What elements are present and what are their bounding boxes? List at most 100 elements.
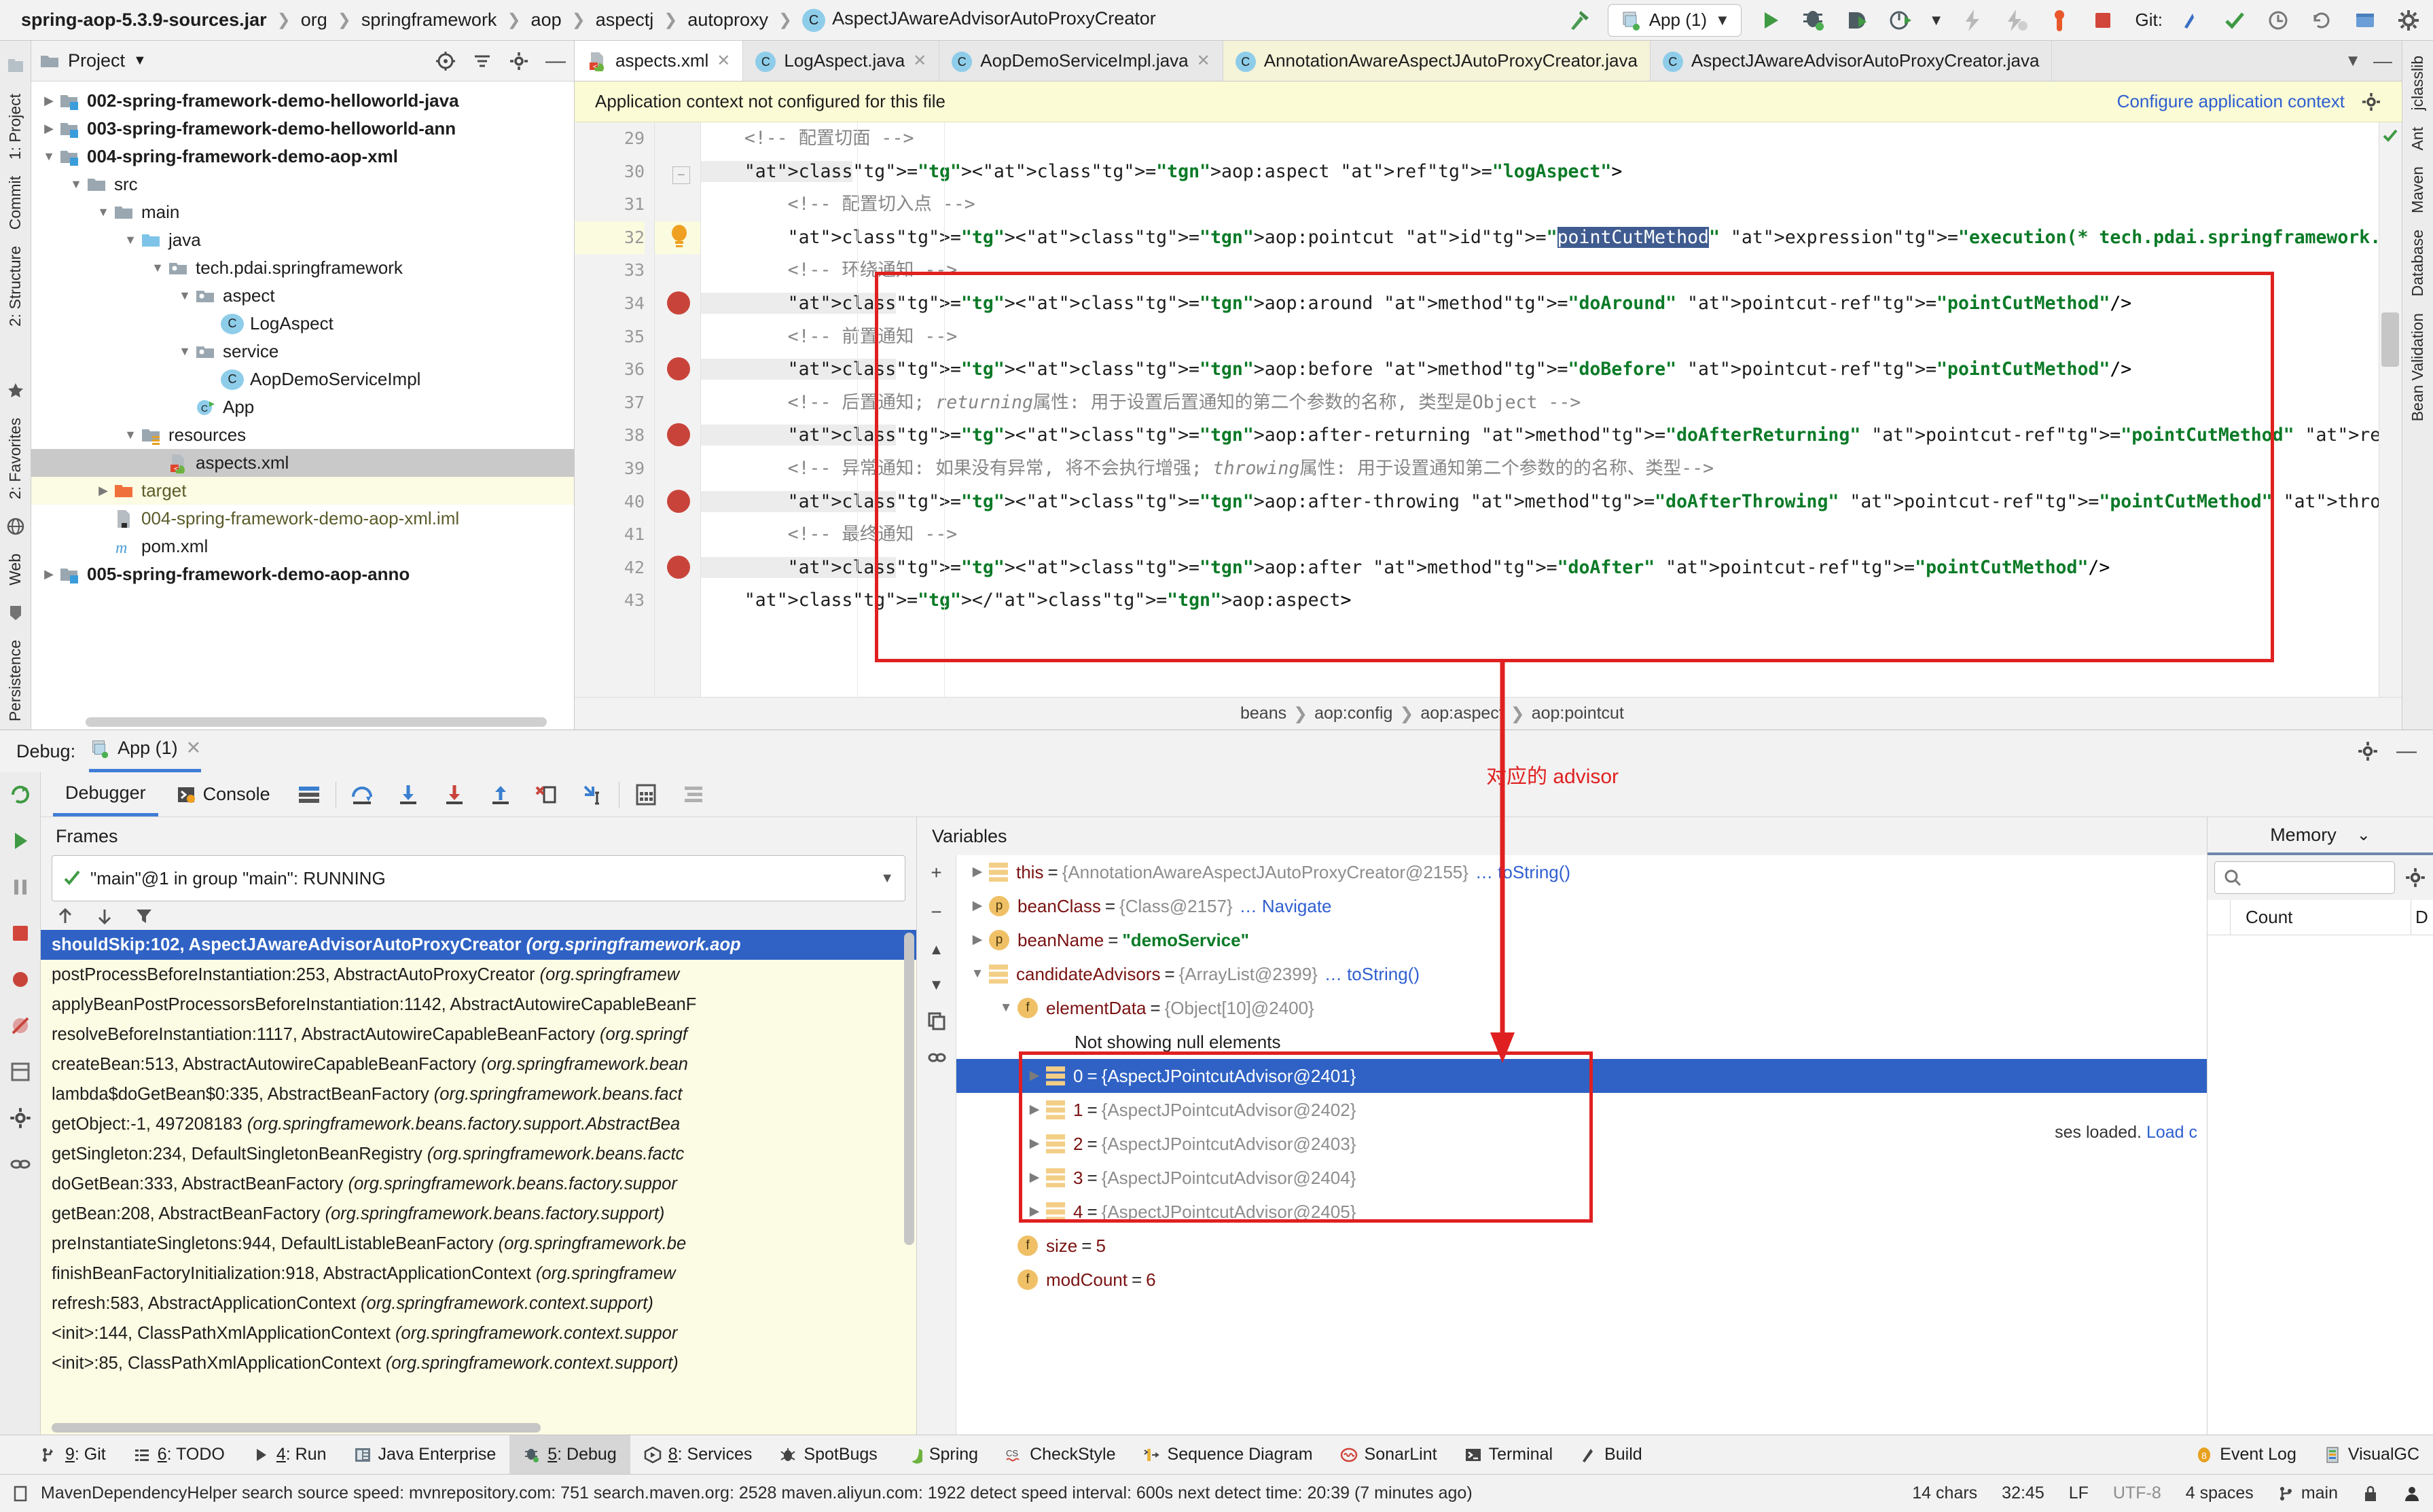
persistence-icon[interactable] (6, 603, 25, 622)
code-line[interactable]: "at">class"tg">="tg"><"at">class"tg">="t… (701, 353, 2402, 386)
rail-item-favorites[interactable]: 2: Favorites (6, 410, 24, 507)
restore-layout-icon[interactable] (9, 1060, 32, 1083)
toolwindow-button-event-log[interactable]: 8 Event Log (2182, 1435, 2310, 1474)
toolwindow-button-terminal[interactable]: Terminal (1451, 1435, 1566, 1474)
gutter-marker-row[interactable] (655, 518, 700, 552)
chevron-down-icon[interactable]: ▼ (39, 149, 58, 164)
editor-breadcrumb-item-beans[interactable]: beans (1240, 704, 1286, 723)
frame-row[interactable]: preInstantiateSingletons:944, DefaultLis… (41, 1229, 916, 1259)
debug-session-tab[interactable]: App (1) ✕ (89, 730, 202, 772)
chevron-down-icon[interactable]: ▼ (175, 289, 194, 303)
tree-node-004-spring-framework-demo-aop-xml-iml[interactable]: 004-spring-framework-demo-aop-xml.iml (31, 505, 574, 533)
remove-watch-icon[interactable]: − (931, 901, 941, 923)
code-line[interactable]: "at">class"tg">="tg"><"at">class"tg">="t… (701, 156, 2402, 189)
gutter-marker-row[interactable] (655, 584, 700, 617)
chevron-right-icon[interactable]: ▶ (39, 94, 58, 108)
gutter-marker-row[interactable] (655, 287, 700, 321)
inspect-icon[interactable] (927, 1048, 946, 1067)
frame-row[interactable]: <init>:144, ClassPathXmlApplicationConte… (41, 1318, 916, 1348)
toolwindow-button-visualgc[interactable]: VisualGC (2310, 1435, 2433, 1474)
run-with-coverage-icon[interactable] (1886, 5, 1915, 35)
variable-row[interactable]: ▶ 4 = {AspectJPointcutAdvisor@2405} (956, 1195, 2207, 1229)
editor-tab-aspects-xml[interactable]: < aspects.xml ✕ (575, 41, 744, 81)
breadcrumb-item-1[interactable]: org (292, 10, 336, 31)
toolwindow-button-sequence-diagram[interactable]: Sequence Diagram (1130, 1435, 1327, 1474)
tree-node-main[interactable]: ▼ main (31, 198, 574, 226)
chevron-down-icon[interactable]: ▼ (175, 344, 194, 359)
layout-settings-icon[interactable] (288, 785, 330, 805)
tab-debugger[interactable]: Debugger (53, 772, 158, 816)
toolwindow-button-4-run[interactable]: 4: Run (238, 1435, 340, 1474)
tree-node-resources[interactable]: ▼ resources (31, 421, 574, 449)
code-line[interactable]: <!-- 最终通知 --> (701, 518, 2402, 552)
variable-row[interactable]: ▶ 0 = {AspectJPointcutAdvisor@2401} (956, 1059, 2207, 1093)
rail-item-persistence[interactable]: Persistence (6, 632, 24, 730)
toolwindow-button-5-debug[interactable]: 5: Debug (509, 1435, 630, 1474)
rail-item-web[interactable]: Web (6, 545, 24, 594)
editor-breadcrumb-item-aopconfig[interactable]: aop:config (1314, 704, 1392, 723)
tree-node-003-spring-framework-demo-helloworld-ann[interactable]: ▶ 003-spring-framework-demo-helloworld-an… (31, 115, 574, 143)
close-icon[interactable]: ✕ (1197, 51, 1210, 71)
mute-breakpoints-icon[interactable] (9, 1014, 32, 1037)
gutter-marker-row[interactable] (655, 321, 700, 354)
toolwindow-button-spotbugs[interactable]: SpotBugs (765, 1435, 890, 1474)
variable-row[interactable]: ▼ f elementData = {Object[10]@2400} (956, 991, 2207, 1025)
stack-trace-icon[interactable] (672, 784, 715, 806)
debug-icon[interactable] (1799, 5, 1828, 35)
toolwindow-button-checkstyle[interactable]: CS CheckStyle (992, 1435, 1129, 1474)
evaluate-expression-icon[interactable] (625, 784, 667, 806)
hot-swap-debug-icon[interactable] (2001, 5, 2031, 35)
memory-table[interactable]: Count D (2207, 900, 2433, 1435)
error-stripe-gutter[interactable] (2379, 122, 2402, 697)
breakpoint-icon[interactable] (667, 555, 690, 579)
git-update-icon[interactable] (2176, 5, 2206, 35)
frame-row[interactable]: doGetBean:333, AbstractBeanFactory (org.… (41, 1169, 916, 1199)
variable-row[interactable]: Not showing null elements (956, 1025, 2207, 1059)
gutter-marker-row[interactable] (655, 419, 700, 452)
debug-settings-gear-icon[interactable] (2357, 740, 2379, 762)
gutter-marker-row[interactable] (655, 353, 700, 386)
thread-selector[interactable]: "main"@1 in group "main": RUNNING ▼ (52, 855, 905, 901)
drop-frame-icon[interactable] (526, 783, 567, 806)
tree-node-004-spring-framework-demo-aop-xml[interactable]: ▼ 004-spring-framework-demo-aop-xml (31, 143, 574, 170)
stop-record-icon[interactable] (2044, 5, 2074, 35)
tree-node-tech-pdai-springframework[interactable]: ▼ tech.pdai.springframework (31, 254, 574, 282)
breadcrumb-item-6[interactable]: C AspectJAwareAdvisorAutoProxyCreator (793, 8, 1165, 33)
configure-application-context-link[interactable]: Configure application context (2117, 91, 2345, 112)
notification-gear-icon[interactable] (2361, 92, 2381, 112)
breakpoint-icon[interactable] (667, 357, 690, 381)
web-icon[interactable] (6, 517, 25, 536)
tree-node-002-spring-framework-demo-helloworld-java[interactable]: ▶ 002-spring-framework-demo-helloworld-ja… (31, 87, 574, 115)
editor-tabs-overflow-icon[interactable]: ▼ (2345, 52, 2361, 71)
variable-row[interactable]: ▼ candidateAdvisors = {ArrayList@2399}… toS… (956, 957, 2207, 991)
hide-editor-icon[interactable]: — (2373, 50, 2392, 72)
frame-row[interactable]: getBean:208, AbstractBeanFactory (org.sp… (41, 1199, 916, 1229)
tree-node-logaspect[interactable]: C LogAspect (31, 310, 574, 338)
breakpoint-gutter[interactable]: − (655, 122, 701, 697)
code-line[interactable]: <!-- 前置通知 --> (701, 321, 2402, 354)
run-to-cursor-icon[interactable] (573, 783, 613, 806)
toolwindow-button-9-git[interactable]: 9: Git (27, 1435, 120, 1474)
frame-row[interactable]: finishBeanFactoryInitialization:918, Abs… (41, 1259, 916, 1289)
chevron-right-icon[interactable]: ▶ (1023, 1059, 1046, 1093)
status-line-separator[interactable]: LF (2069, 1483, 2089, 1503)
tree-node-aspects-xml[interactable]: < aspects.xml (31, 449, 574, 477)
frame-row[interactable]: getSingleton:234, DefaultSingletonBeanRe… (41, 1139, 916, 1169)
code-line[interactable]: <!-- 后置通知; returning属性: 用于设置后置通知的第二个参数的名… (701, 386, 2402, 420)
stop-program-icon[interactable] (9, 922, 32, 945)
hide-panel-icon[interactable]: — (545, 50, 566, 73)
search-everywhere-icon[interactable] (2350, 5, 2380, 35)
rail-item-ant[interactable]: Ant (2409, 119, 2427, 159)
add-watch-icon[interactable]: + (931, 862, 941, 884)
lock-icon[interactable] (2362, 1485, 2379, 1502)
tree-node-aopdemoserviceimpl[interactable]: C AopDemoServiceImpl (31, 365, 574, 393)
rail-item-maven[interactable]: Maven (2409, 158, 2427, 221)
chevron-right-icon[interactable]: ▶ (39, 122, 58, 136)
breadcrumb-item-2[interactable]: springframework (353, 10, 506, 31)
code-editor[interactable]: 29 30 31 32 33 34 35 36 37 38 39 40 41 42 43 − <!-- 配置… (575, 122, 2402, 697)
locate-file-icon[interactable] (435, 51, 456, 71)
move-watch-up-icon[interactable]: ▲ (929, 941, 944, 958)
project-horizontal-scrollbar[interactable] (86, 717, 547, 727)
gutter-marker-row[interactable] (655, 254, 700, 287)
code-content[interactable]: <!-- 配置切面 --> "at">class"tg">="tg"><"at"… (701, 122, 2402, 697)
